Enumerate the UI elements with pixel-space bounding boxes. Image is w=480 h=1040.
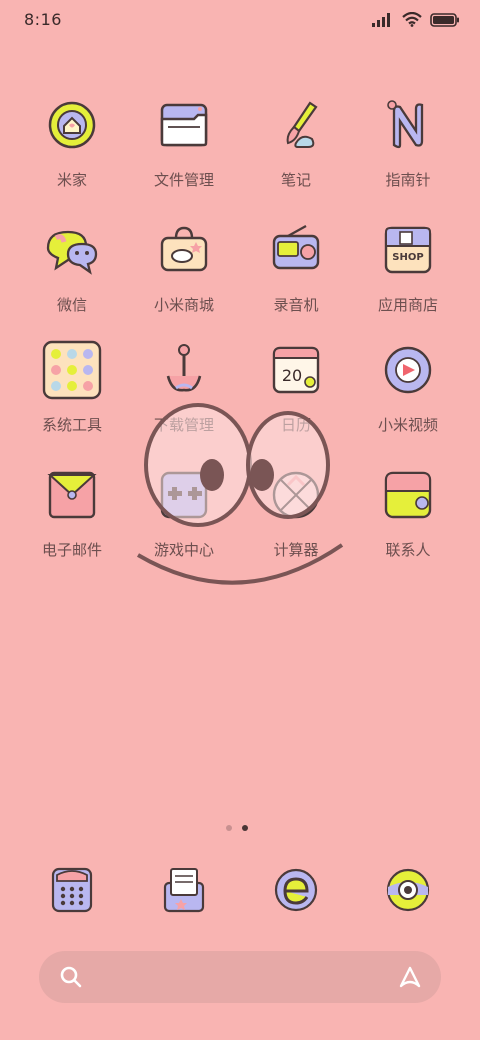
app-label: 应用商店	[377, 296, 438, 314]
app-label: 游戏中心	[153, 541, 214, 559]
messages-envelope-icon[interactable]	[159, 865, 209, 915]
signal-icon	[372, 12, 390, 27]
assistant-icon[interactable]	[397, 964, 423, 990]
mi-store-bag-icon	[160, 226, 208, 272]
wifi-icon	[402, 12, 422, 27]
system-tools-folder-icon	[42, 340, 102, 400]
app-label: 录音机	[273, 296, 319, 314]
camera-lens-icon[interactable]	[383, 865, 433, 915]
status-bar: 8:16	[0, 0, 480, 40]
app-label: 指南针	[385, 171, 431, 189]
notes-brush-icon	[286, 101, 318, 148]
app-calendar[interactable]: 20 日历	[240, 340, 352, 435]
app-recorder[interactable]: 录音机	[240, 220, 352, 315]
app-label: 微信	[56, 296, 87, 314]
page-dot-1[interactable]	[226, 825, 232, 831]
app-email[interactable]: 电子邮件	[16, 465, 128, 560]
app-download-manager[interactable]: 下载管理	[128, 340, 240, 435]
search-bar[interactable]	[39, 951, 441, 1003]
app-label: 下载管理	[153, 416, 214, 434]
file-manager-icon	[160, 103, 208, 147]
search-icon[interactable]	[59, 965, 83, 989]
app-label: 系统工具	[41, 416, 102, 434]
app-label: 联系人	[385, 541, 431, 559]
app-label: 小米视频	[377, 416, 438, 434]
app-system-tools[interactable]: 系统工具	[16, 340, 128, 435]
mi-video-play-icon	[384, 346, 432, 394]
app-store-shop-icon: SHOP	[384, 226, 432, 274]
contacts-icon	[384, 471, 432, 519]
page-dot-2[interactable]	[242, 825, 248, 831]
game-center-controller-icon	[160, 471, 208, 519]
recorder-radio-icon	[272, 224, 320, 270]
app-label: 小米商城	[153, 296, 214, 314]
calendar-icon: 20	[272, 346, 320, 394]
compass-n-icon	[387, 100, 424, 149]
app-label: 电子邮件	[41, 541, 102, 559]
battery-icon	[430, 12, 459, 27]
browser-e-icon[interactable]	[271, 865, 321, 915]
mijia-home-icon	[48, 101, 96, 149]
wechat-bubbles-icon	[46, 230, 98, 275]
phone-dialer-icon[interactable]	[47, 865, 97, 915]
app-contacts[interactable]: 联系人	[352, 465, 464, 560]
app-label: 米家	[56, 171, 87, 189]
app-label: 文件管理	[153, 171, 214, 189]
download-anchor-icon	[166, 344, 202, 392]
email-envelope-icon	[47, 471, 97, 519]
app-mi-video[interactable]: 小米视频	[352, 340, 464, 435]
page-indicator[interactable]	[226, 825, 248, 831]
app-label: 日历	[280, 416, 311, 434]
calculator-icon	[272, 471, 320, 519]
app-calculator[interactable]: 计算器	[240, 465, 352, 560]
status-time: 8:16	[24, 10, 62, 29]
app-mi-store[interactable]: 小米商城	[128, 220, 240, 315]
svg-text:SHOP: SHOP	[392, 252, 423, 263]
dock	[0, 865, 480, 925]
app-file-manager[interactable]: 文件管理	[128, 95, 240, 190]
app-label: 笔记	[280, 171, 311, 189]
app-label: 计算器	[273, 541, 319, 559]
app-compass[interactable]: 指南针	[352, 95, 464, 190]
app-mijia[interactable]: 米家	[16, 95, 128, 190]
app-game-center[interactable]: 游戏中心	[128, 465, 240, 560]
app-notes[interactable]: 笔记	[240, 95, 352, 190]
status-icons	[372, 12, 460, 27]
app-app-store[interactable]: SHOP 应用商店	[352, 220, 464, 315]
app-wechat[interactable]: 微信	[16, 220, 128, 315]
calendar-date: 20	[282, 366, 302, 385]
